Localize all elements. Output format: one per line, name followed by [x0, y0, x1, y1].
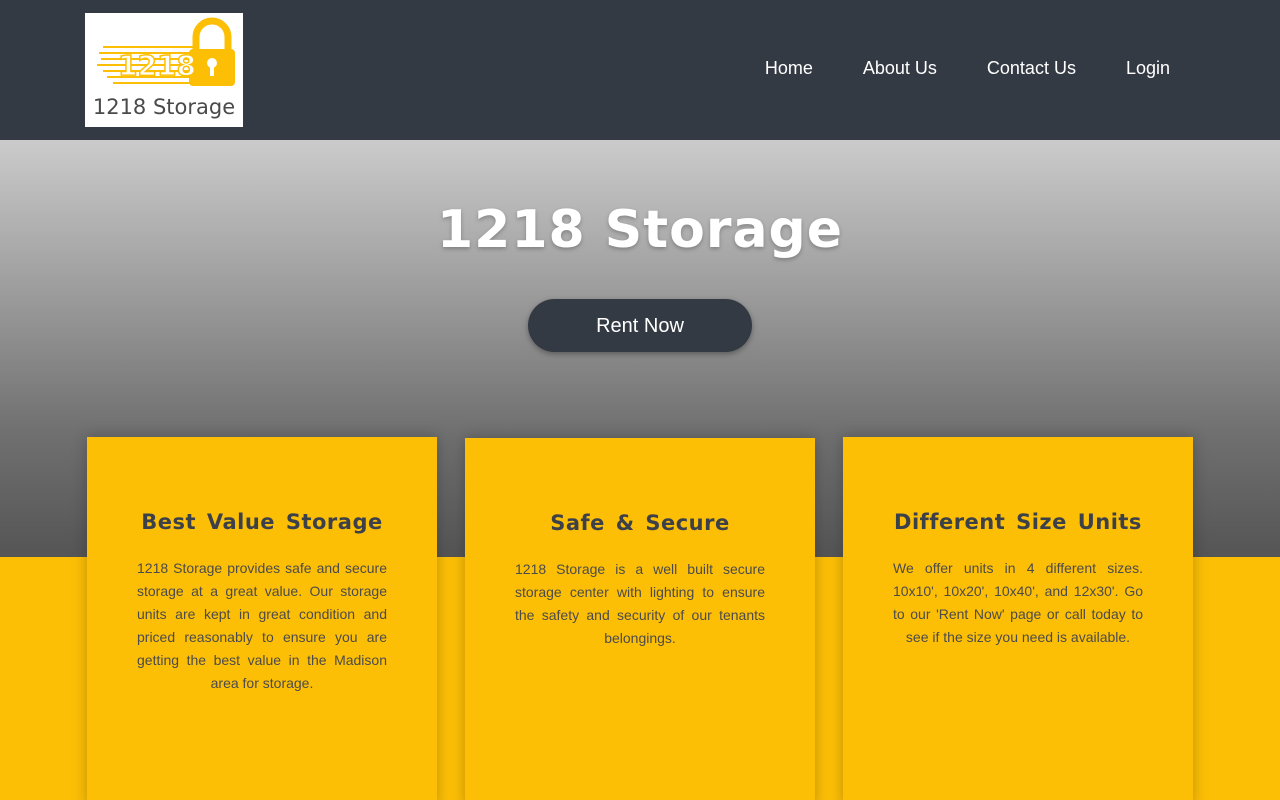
feature-title: Best Value Storage	[141, 510, 383, 534]
logo-text: 1218 Storage	[92, 95, 236, 119]
padlock-icon: 1218	[97, 17, 235, 86]
feature-title: Safe & Secure	[550, 511, 730, 535]
hero-title: 1218 Storage	[436, 200, 844, 260]
feature-body: We offer units in 4 different sizes. 10x…	[893, 560, 1143, 645]
rent-now-button[interactable]: Rent Now	[528, 299, 752, 352]
feature-card-best-value: Best Value Storage 1218 Storage provides…	[87, 437, 437, 800]
nav-login[interactable]: Login	[1126, 58, 1170, 79]
main-nav: Home About Us Contact Us Login	[765, 58, 1170, 79]
nav-contact-us[interactable]: Contact Us	[987, 58, 1076, 79]
page: 1218 1218 Storage Home About Us Contact …	[0, 0, 1280, 800]
nav-home[interactable]: Home	[765, 58, 813, 79]
feature-body: 1218 Storage provides safe and secure st…	[137, 560, 387, 691]
feature-title: Different Size Units	[894, 510, 1142, 534]
feature-card-different-sizes: Different Size Units We offer units in 4…	[843, 437, 1193, 800]
logo-number: 1218	[118, 49, 196, 82]
site-header: 1218 1218 Storage Home About Us Contact …	[0, 0, 1280, 140]
feature-card-safe-secure: Safe & Secure 1218 Storage is a well bui…	[465, 438, 815, 800]
logo[interactable]: 1218 1218 Storage	[85, 13, 243, 127]
feature-body: 1218 Storage is a well built secure stor…	[515, 561, 765, 646]
nav-about-us[interactable]: About Us	[863, 58, 937, 79]
